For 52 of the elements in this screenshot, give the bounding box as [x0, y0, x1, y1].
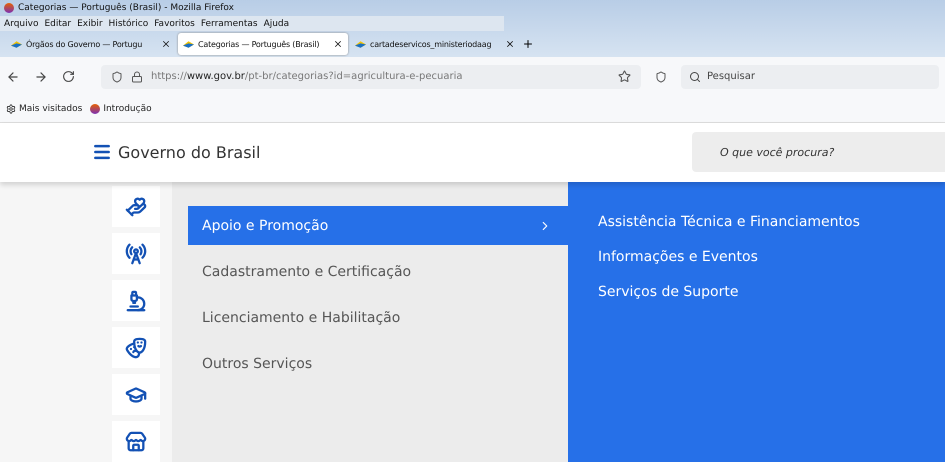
- star-icon[interactable]: [618, 70, 631, 84]
- reload-icon[interactable]: [62, 70, 75, 84]
- forward-icon[interactable]: [34, 70, 48, 84]
- search-icon: [689, 70, 701, 83]
- menu-item[interactable]: Ajuda: [264, 18, 290, 28]
- antenna-icon: [125, 242, 147, 264]
- lock-icon: [131, 70, 143, 83]
- category-tile[interactable]: [112, 186, 160, 227]
- site-favicon-icon: [355, 38, 366, 50]
- microscope-icon: [125, 290, 147, 312]
- firefox-logo-icon: [90, 104, 100, 114]
- store-icon: [125, 430, 147, 452]
- heart-hand-icon: [125, 196, 147, 218]
- service-link[interactable]: Serviços de Suporte: [598, 284, 945, 300]
- theater-masks-icon: [125, 336, 147, 358]
- site-favicon-icon: [11, 38, 22, 50]
- menu-item[interactable]: Exibir: [77, 18, 103, 28]
- service-link[interactable]: Assistência Técnica e Financiamentos: [598, 214, 945, 230]
- site-title[interactable]: Governo do Brasil: [118, 142, 260, 162]
- category-tile[interactable]: [112, 327, 160, 368]
- service-link[interactable]: Informações e Eventos: [598, 249, 945, 265]
- submenu-item[interactable]: Cadastramento e Certificação: [188, 252, 568, 291]
- firefox-logo-icon: [4, 3, 14, 13]
- category-tile[interactable]: [112, 421, 160, 462]
- bookmark[interactable]: Mais visitados: [6, 104, 82, 114]
- browser-tab[interactable]: Órgãos do Governo — Portugu: [6, 33, 176, 55]
- site-search-field[interactable]: O que você procura?: [692, 132, 945, 172]
- menu-item[interactable]: Arquivo: [4, 18, 38, 28]
- close-icon[interactable]: [161, 39, 171, 49]
- address-field[interactable]: https://www.gov.br/pt-br/categorias?id=agricultura-e-pecuaria: [101, 64, 641, 89]
- menu-item[interactable]: Ferramentas: [200, 18, 258, 28]
- submenu-item[interactable]: Apoio e Promoção: [188, 206, 568, 245]
- new-tab-icon[interactable]: [522, 38, 534, 50]
- shield-icon: [111, 70, 123, 83]
- submenu-item[interactable]: Licenciamento e Habilitação: [188, 298, 568, 337]
- category-tile[interactable]: [112, 233, 160, 274]
- browser-tab[interactable]: cartadeservicos_ministeriodaag: [350, 33, 520, 55]
- category-tile[interactable]: [112, 374, 160, 415]
- menu-item[interactable]: Histórico: [108, 18, 148, 28]
- window-title: Categorias — Português (Brasil) - Mozilla Firefox: [18, 3, 234, 13]
- bookmark[interactable]: Introdução: [90, 104, 152, 114]
- submenu-item[interactable]: Outros Serviços: [188, 344, 568, 383]
- menu-item[interactable]: Editar: [44, 18, 72, 28]
- search-field[interactable]: Pesquisar: [681, 64, 939, 89]
- site-favicon-icon: [183, 38, 194, 50]
- close-icon[interactable]: [505, 39, 515, 49]
- close-icon[interactable]: [333, 39, 343, 49]
- gear-icon: [6, 104, 16, 114]
- browser-tab[interactable]: Categorias — Português (Brasil): [178, 33, 348, 55]
- back-icon[interactable]: [6, 70, 20, 84]
- menu-item[interactable]: Favoritos: [154, 18, 195, 28]
- category-tile[interactable]: [112, 280, 160, 321]
